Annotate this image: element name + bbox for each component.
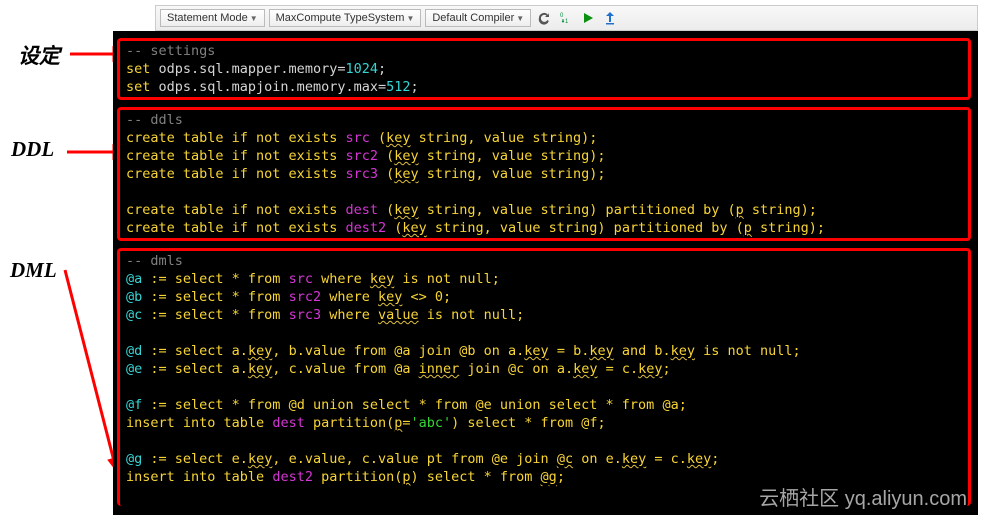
ddl-block: -- ddls create table if not exists src (… — [117, 107, 971, 241]
code-line: @a := select * from src where key is not… — [126, 270, 962, 288]
svg-text:0: 0 — [560, 13, 564, 19]
editor-toolbar: Statement Mode ▼ MaxCompute TypeSystem ▼… — [155, 5, 978, 31]
chevron-down-icon: ▼ — [516, 14, 524, 23]
statement-mode-label: Statement Mode — [167, 12, 248, 24]
code-line: insert into table dest2 partition(p) sel… — [126, 468, 962, 486]
chevron-down-icon: ▼ — [406, 14, 414, 23]
arrow-ddl — [62, 140, 120, 164]
code-line: set odps.sql.mapjoin.memory.max=512; — [126, 78, 962, 96]
chevron-down-icon: ▼ — [250, 14, 258, 23]
code-line: set odps.sql.mapper.memory=1024; — [126, 60, 962, 78]
arrow-settings — [65, 42, 120, 66]
upload-icon[interactable] — [601, 9, 619, 27]
typesystem-label: MaxCompute TypeSystem — [276, 12, 405, 24]
code-line: create table if not exists src2 (key str… — [126, 147, 962, 165]
svg-text:1: 1 — [565, 19, 569, 25]
code-line: create table if not exists dest2 (key st… — [126, 219, 962, 237]
compiler-label: Default Compiler — [432, 12, 514, 24]
sort-01-icon[interactable]: 01 — [557, 9, 575, 27]
run-icon[interactable] — [579, 9, 597, 27]
comment: -- dmls — [126, 253, 183, 269]
typesystem-dropdown[interactable]: MaxCompute TypeSystem ▼ — [269, 9, 422, 27]
dml-block: -- dmls @a := select * from src where ke… — [117, 248, 971, 506]
settings-block: -- settings set odps.sql.mapper.memory=1… — [117, 38, 971, 100]
code-line: @f := select * from @d union select * fr… — [126, 396, 962, 414]
code-line: @e := select a.key, c.value from @a inne… — [126, 360, 962, 378]
code-line: insert into table dest partition(p='abc'… — [126, 414, 962, 432]
code-line: create table if not exists src3 (key str… — [126, 165, 962, 183]
comment: -- settings — [126, 43, 215, 59]
code-line: @d := select a.key, b.value from @a join… — [126, 342, 962, 360]
compiler-dropdown[interactable]: Default Compiler ▼ — [425, 9, 531, 27]
label-dml: DML — [10, 258, 57, 283]
code-line: @b := select * from src2 where key <> 0; — [126, 288, 962, 306]
comment: -- ddls — [126, 112, 183, 128]
label-settings: 设定 — [18, 40, 60, 70]
refresh-icon[interactable] — [535, 9, 553, 27]
label-ddl: DDL — [11, 137, 54, 162]
code-line: create table if not exists dest (key str… — [126, 201, 962, 219]
code-line: create table if not exists src (key stri… — [126, 129, 962, 147]
code-line: @g := select e.key, e.value, c.value pt … — [126, 450, 962, 468]
code-line: @c := select * from src3 where value is … — [126, 306, 962, 324]
code-editor[interactable]: -- settings set odps.sql.mapper.memory=1… — [113, 31, 978, 515]
statement-mode-dropdown[interactable]: Statement Mode ▼ — [160, 9, 265, 27]
